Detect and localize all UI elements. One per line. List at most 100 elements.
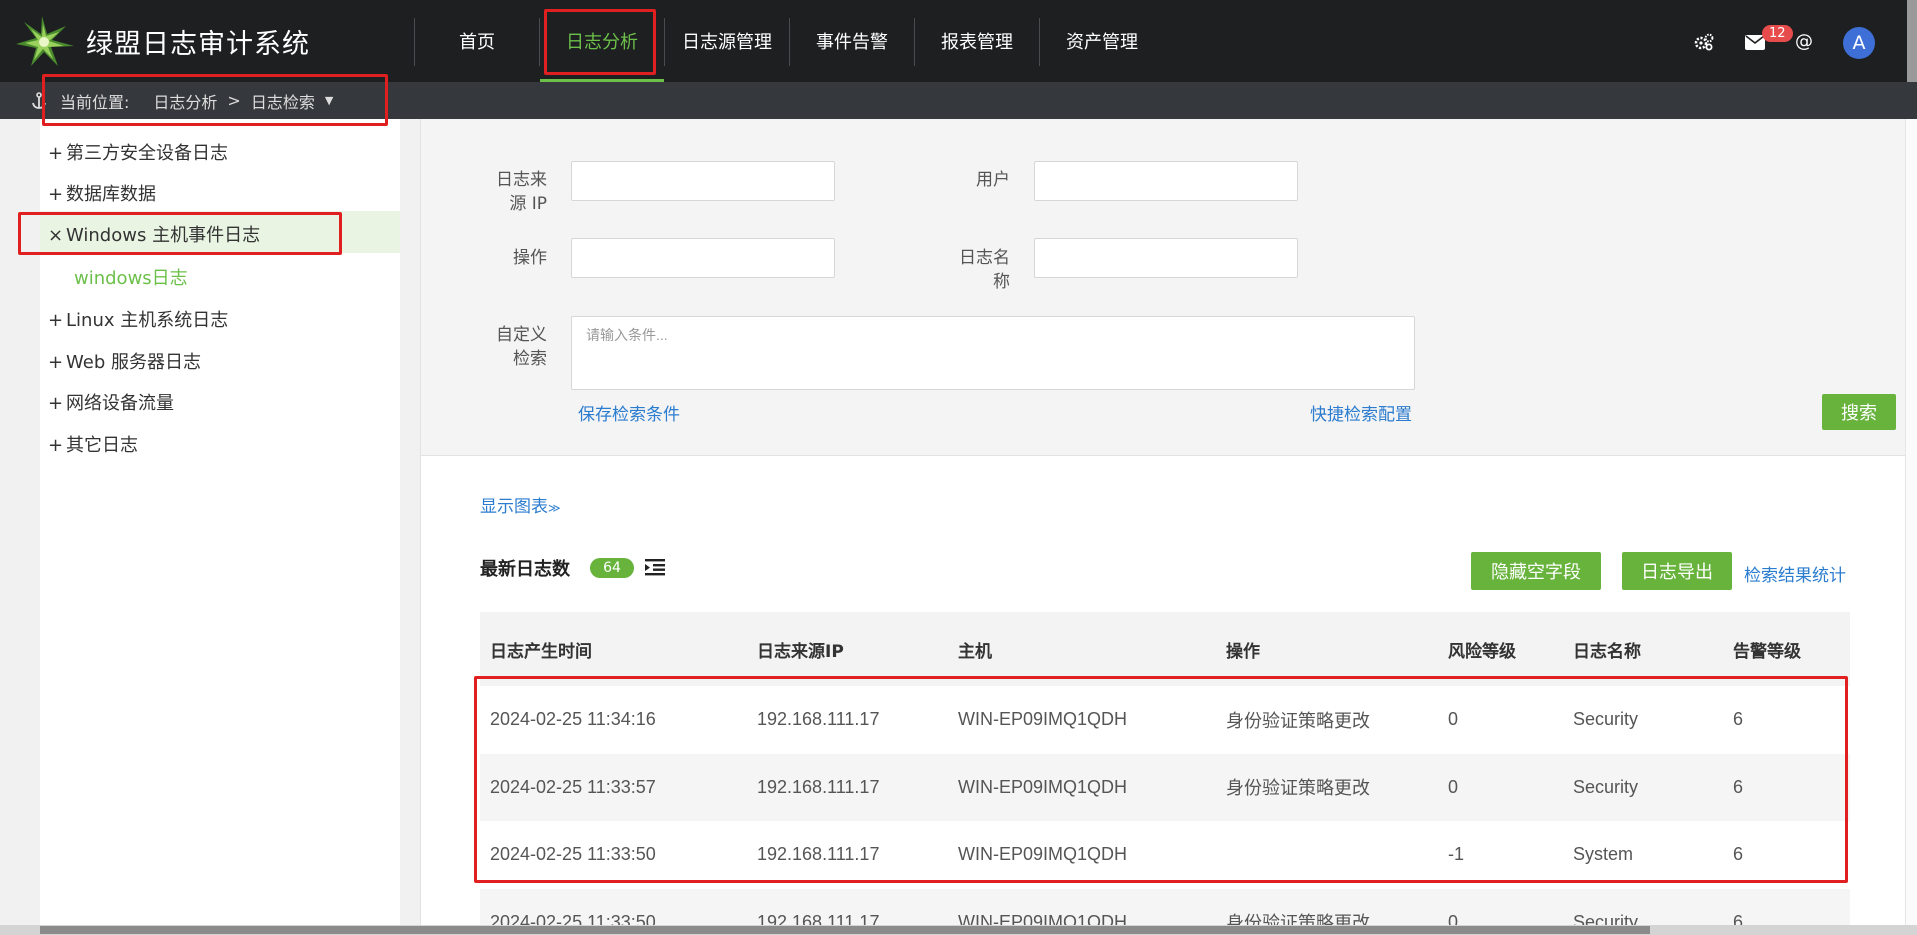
breadcrumb: 当前位置: 日志分析 > 日志检索 ▼: [0, 82, 1917, 119]
sidebar-item-label: 网络设备流量: [66, 393, 174, 414]
custom-search-label: 自定义 检索: [477, 323, 547, 371]
breadcrumb-separator: >: [227, 91, 241, 110]
table-cell: 2024-02-25 11:33:50: [490, 844, 656, 865]
quick-search-config-link[interactable]: 快捷检索配置: [1310, 400, 1412, 425]
operation-input[interactable]: [571, 238, 835, 278]
sidebar-item-linux[interactable]: + Linux 主机系统日志: [48, 306, 228, 332]
sidebar-gutter: [0, 119, 40, 935]
sidebar-item-other[interactable]: + 其它日志: [48, 431, 138, 457]
main-nav: 首页 日志分析 日志源管理 事件告警 报表管理 资产管理: [414, 0, 1164, 82]
table-cell: -1: [1448, 844, 1465, 865]
table-cell: 0: [1448, 709, 1459, 730]
sidebar-item-label: 数据库数据: [66, 184, 156, 205]
label-line: 源 IP: [509, 194, 547, 214]
breadcrumb-prefix: 当前位置:: [60, 92, 130, 112]
sidebar-item-third-party[interactable]: + 第三方安全设备日志: [48, 139, 228, 165]
label-line: 日志来: [496, 170, 547, 190]
list-indent-icon[interactable]: [645, 558, 665, 576]
sidebar-item-label: 第三方安全设备日志: [66, 143, 228, 164]
table-cell: 6: [1733, 844, 1744, 865]
show-chart-label: 显示图表: [480, 497, 548, 517]
nav-item-home[interactable]: 首页: [415, 0, 539, 82]
vertical-scrollbar[interactable]: [1905, 119, 1917, 935]
search-button[interactable]: 搜索: [1822, 394, 1896, 430]
breadcrumb-log-analysis[interactable]: 日志分析: [153, 89, 217, 113]
table-cell: WIN-EP09IMQ1QDH: [958, 709, 1128, 730]
table-cell: Security: [1573, 709, 1639, 730]
table-cell: 192.168.111.17: [747, 753, 948, 821]
table-cell: 0: [1438, 753, 1563, 821]
expand-icon: +: [48, 143, 64, 164]
table-cell: Security: [1563, 753, 1723, 821]
sidebar-item-database[interactable]: + 数据库数据: [48, 180, 156, 206]
sidebar-item-label: Windows 主机事件日志: [66, 225, 261, 246]
app-title: 绿盟日志审计系统: [86, 28, 310, 60]
table-cell: 192.168.111.17: [757, 709, 880, 730]
sidebar-gutter: [400, 119, 420, 935]
double-chevron-down-icon: ≫: [548, 501, 561, 515]
source-ip-input[interactable]: [571, 161, 835, 201]
nav-item-log-analysis[interactable]: 日志分析: [540, 0, 664, 82]
caret-down-icon[interactable]: ▼: [325, 94, 333, 107]
custom-search-textarea[interactable]: [571, 316, 1415, 390]
table-cell: 2024-02-25 11:33:57: [480, 753, 747, 821]
label-line: 称: [993, 272, 1010, 292]
sidebar-item-windows[interactable]: × Windows 主机事件日志: [48, 221, 260, 247]
table-row[interactable]: 2024-02-25 11:34:16 192.168.111.17 WIN-E…: [480, 686, 1850, 754]
label-line: 检索: [513, 349, 547, 369]
export-logs-button[interactable]: 日志导出: [1622, 552, 1732, 590]
column-header[interactable]: 日志来源IP: [747, 612, 948, 686]
operation-label: 操作: [513, 248, 547, 268]
nav-item-assets[interactable]: 资产管理: [1040, 0, 1164, 82]
show-chart-link[interactable]: 显示图表≫: [480, 492, 561, 517]
expand-icon: +: [48, 184, 64, 205]
source-ip-label: 日志来 源 IP: [477, 168, 547, 216]
log-count-badge: 64: [590, 558, 634, 578]
nav-item-event-alert[interactable]: 事件告警: [790, 0, 914, 82]
log-table: 日志产生时间 日志来源IP 主机 操作 风险等级 日志名称 告警等级 2024-…: [480, 612, 1850, 935]
mail-count-badge: 12: [1762, 25, 1793, 42]
expand-icon: +: [48, 393, 64, 414]
table-cell: 192.168.111.17: [757, 844, 880, 865]
user-input[interactable]: [1034, 161, 1298, 201]
table-cell: 身份验证策略更改: [1226, 710, 1370, 731]
table-row[interactable]: 2024-02-25 11:33:50 192.168.111.17 WIN-E…: [480, 821, 1850, 889]
save-search-link[interactable]: 保存检索条件: [578, 400, 680, 425]
at-icon[interactable]: @: [1795, 31, 1813, 52]
hide-empty-fields-button[interactable]: 隐藏空字段: [1471, 552, 1601, 590]
result-stats-link[interactable]: 检索结果统计: [1744, 561, 1846, 586]
column-header[interactable]: 告警等级: [1723, 612, 1850, 686]
column-header[interactable]: 风险等级: [1438, 612, 1563, 686]
nav-item-reports[interactable]: 报表管理: [915, 0, 1039, 82]
table-cell: 身份验证策略更改: [1216, 753, 1438, 821]
anchor-icon: [32, 91, 46, 109]
breadcrumb-log-search[interactable]: 日志检索: [251, 89, 315, 113]
column-header[interactable]: 日志产生时间: [480, 612, 747, 686]
brand[interactable]: 绿盟日志审计系统: [14, 14, 310, 68]
table-row[interactable]: 2024-02-25 11:33:57 192.168.111.17 WIN-E…: [480, 753, 1850, 821]
nav-item-log-source[interactable]: 日志源管理: [665, 0, 789, 82]
column-header[interactable]: 日志名称: [1563, 612, 1723, 686]
label-line: 自定义: [496, 325, 547, 345]
collapse-icon: ×: [48, 225, 64, 246]
star-logo-icon: [16, 16, 74, 66]
column-header[interactable]: 主机: [948, 612, 1216, 686]
sidebar-item-label: 其它日志: [66, 435, 138, 456]
sidebar-item-web[interactable]: + Web 服务器日志: [48, 348, 201, 374]
log-name-label: 日志名 称: [940, 246, 1010, 294]
expand-icon: +: [48, 435, 64, 456]
sidebar-subitem-windows-log[interactable]: windows日志: [74, 264, 188, 290]
log-name-input[interactable]: [1034, 238, 1298, 278]
expand-icon: +: [48, 352, 64, 373]
table-cell: 6: [1733, 709, 1744, 730]
table-cell: [1216, 821, 1438, 889]
avatar[interactable]: A: [1843, 27, 1875, 59]
sidebar-item-label: Web 服务器日志: [66, 352, 201, 373]
top-bar: 绿盟日志审计系统 首页 日志分析 日志源管理 事件告警 报表管理 资产管理 12…: [0, 0, 1917, 82]
sidebar-item-network[interactable]: + 网络设备流量: [48, 389, 174, 415]
table-cell: 2024-02-25 11:34:16: [490, 709, 656, 730]
column-header[interactable]: 操作: [1216, 612, 1438, 686]
user-label: 用户: [976, 170, 1010, 190]
horizontal-scrollbar-thumb[interactable]: [40, 926, 1650, 934]
gears-icon[interactable]: [1694, 33, 1714, 51]
